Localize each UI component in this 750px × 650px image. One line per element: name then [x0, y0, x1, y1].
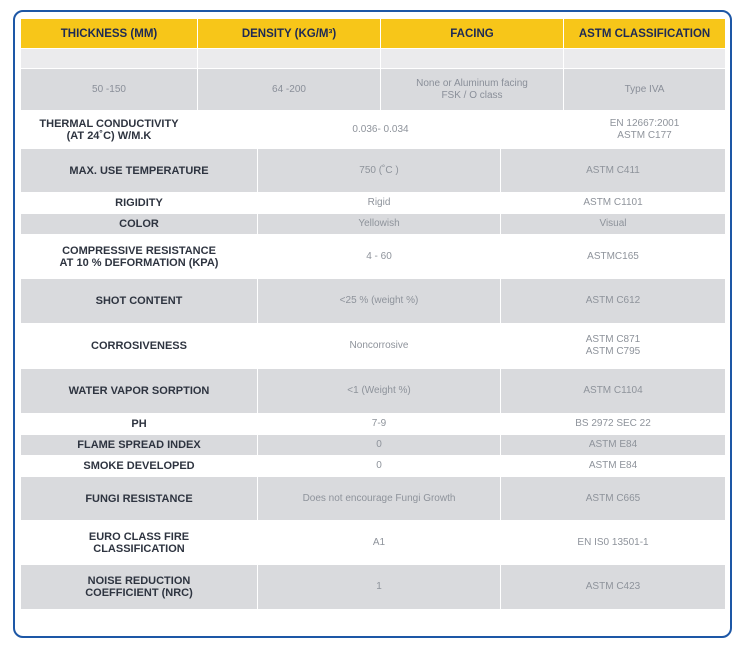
- property-standard: ASTM C612: [499, 278, 727, 324]
- property-name: CORROSIVENESS: [20, 323, 258, 369]
- property-value: 0.036- 0.034: [196, 110, 565, 149]
- property-name: PH: [20, 413, 258, 435]
- property-value: 0: [257, 434, 501, 456]
- spec-table-frame: THICKNESS (MM) DENSITY (KG/M³) FACING AS…: [13, 10, 732, 638]
- property-standard: ASTM C411: [499, 148, 727, 193]
- table-row: EURO CLASS FIRE CLASSIFICATION A1 EN IS0…: [20, 520, 727, 565]
- table-row: SMOKE DEVELOPED 0 ASTM E84: [20, 455, 727, 477]
- header-density: DENSITY (KG/M³): [197, 18, 381, 49]
- property-standard: ASTM C423: [499, 564, 727, 610]
- table-row: PH 7-9 BS 2972 SEC 22: [20, 413, 727, 435]
- property-name: SMOKE DEVELOPED: [20, 455, 258, 477]
- table-row: MAX. USE TEMPERATURE 750 (˚C ) ASTM C411: [20, 148, 727, 193]
- table-row: THERMAL CONDUCTIVITY (AT 24˚C) W/M.K 0.0…: [20, 110, 727, 149]
- property-name: COLOR: [20, 213, 258, 235]
- table-row: RIGIDITY Rigid ASTM C1101: [20, 192, 727, 214]
- density-value: 64 -200: [197, 68, 381, 111]
- property-value: 4 - 60: [257, 234, 501, 279]
- table-row: NOISE REDUCTION COEFFICIENT (NRC) 1 ASTM…: [20, 564, 727, 610]
- property-name: COMPRESSIVE RESISTANCE AT 10 % DEFORMATI…: [20, 234, 258, 279]
- classification-value: Type IVA: [563, 68, 727, 111]
- spec-table-container: THICKNESS (MM) DENSITY (KG/M³) FACING AS…: [20, 18, 727, 610]
- property-value: A1: [257, 520, 501, 565]
- property-value: Does not encourage Fungi Growth: [257, 476, 501, 521]
- table-row: WATER VAPOR SORPTION <1 (Weight %) ASTM …: [20, 368, 727, 414]
- property-standard: ASTM E84: [499, 434, 727, 456]
- thickness-value: 50 -150: [20, 68, 198, 111]
- property-value: 1: [257, 564, 501, 610]
- property-standard: ASTM C1101: [499, 192, 727, 214]
- property-standard: EN 12667:2001 ASTM C177: [563, 110, 727, 149]
- table-row: COMPRESSIVE RESISTANCE AT 10 % DEFORMATI…: [20, 234, 727, 279]
- facing-line-1: None or Aluminum facing: [416, 77, 528, 89]
- property-standard: ASTM C1104: [499, 368, 727, 414]
- property-standard: EN IS0 13501-1: [499, 520, 727, 565]
- property-value: 750 (˚C ): [257, 148, 501, 193]
- property-name: THERMAL CONDUCTIVITY (AT 24˚C) W/M.K: [20, 110, 198, 149]
- property-standard: ASTM E84: [499, 455, 727, 477]
- property-name: EURO CLASS FIRE CLASSIFICATION: [20, 520, 258, 565]
- header-thickness: THICKNESS (MM): [20, 18, 198, 49]
- property-name: SHOT CONTENT: [20, 278, 258, 324]
- table-header-row: THICKNESS (MM) DENSITY (KG/M³) FACING AS…: [20, 18, 727, 49]
- table-spacer-row: [20, 48, 727, 69]
- property-name: FUNGI RESISTANCE: [20, 476, 258, 521]
- property-name: MAX. USE TEMPERATURE: [20, 148, 258, 193]
- property-value: Noncorrosive: [257, 323, 501, 369]
- facing-line-2: FSK / O class: [441, 89, 503, 101]
- table-row: FUNGI RESISTANCE Does not encourage Fung…: [20, 476, 727, 521]
- property-value: Rigid: [257, 192, 501, 214]
- table-row: SHOT CONTENT <25 % (weight %) ASTM C612: [20, 278, 727, 324]
- property-value: 7-9: [257, 413, 501, 435]
- table-row: FLAME SPREAD INDEX 0 ASTM E84: [20, 434, 727, 456]
- property-value: <25 % (weight %): [257, 278, 501, 324]
- header-astm-classification: ASTM CLASSIFICATION: [563, 18, 727, 49]
- spec-table: THICKNESS (MM) DENSITY (KG/M³) FACING AS…: [20, 18, 727, 610]
- table-row: CORROSIVENESS Noncorrosive ASTM C871 AST…: [20, 323, 727, 369]
- property-standard: ASTM C871 ASTM C795: [499, 323, 727, 369]
- header-facing: FACING: [379, 18, 565, 49]
- property-value: 0: [257, 455, 501, 477]
- property-value: Yellowish: [257, 213, 501, 235]
- property-name: FLAME SPREAD INDEX: [20, 434, 258, 456]
- property-standard: Visual: [499, 213, 727, 235]
- property-value: <1 (Weight %): [257, 368, 501, 414]
- property-name: WATER VAPOR SORPTION: [20, 368, 258, 414]
- property-standard: ASTM C665: [499, 476, 727, 521]
- table-row: COLOR Yellowish Visual: [20, 213, 727, 235]
- spec-values-row: 50 -150 64 -200 None or Aluminum facing …: [20, 68, 727, 111]
- property-standard: ASTMC165: [499, 234, 727, 279]
- property-name: NOISE REDUCTION COEFFICIENT (NRC): [20, 564, 258, 610]
- property-name: RIGIDITY: [20, 192, 258, 214]
- property-standard: BS 2972 SEC 22: [499, 413, 727, 435]
- facing-value: None or Aluminum facing FSK / O class: [379, 68, 565, 111]
